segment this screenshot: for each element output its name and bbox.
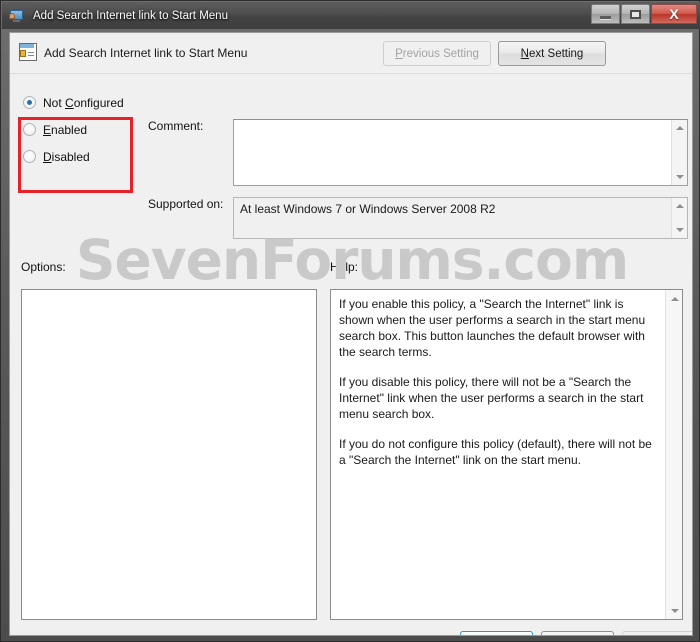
next-setting-label: Next Setting (520, 47, 584, 60)
close-button[interactable]: X (651, 4, 697, 24)
help-scrollbar[interactable] (665, 290, 682, 619)
title-bar[interactable]: Add Search Internet link to Start Menu X (2, 2, 700, 29)
options-label: Options: (21, 260, 66, 274)
comment-input[interactable] (233, 119, 688, 186)
help-text: If you enable this policy, a "Search the… (339, 296, 657, 468)
radio-disabled[interactable]: Disabled (23, 143, 128, 170)
scroll-up-icon[interactable] (672, 120, 687, 136)
apply-button[interactable]: Apply (622, 631, 692, 635)
dialog-client-area: Add Search Internet link to Start Menu P… (9, 32, 693, 636)
help-paragraph: If you disable this policy, there will n… (339, 375, 644, 421)
ok-button[interactable]: OK (460, 631, 533, 635)
radio-button-icon (23, 150, 36, 163)
window-controls: X (590, 4, 697, 25)
comment-label: Comment: (148, 119, 204, 133)
policy-setting-icon (19, 43, 37, 61)
radio-not-configured[interactable]: Not Configured (23, 89, 128, 116)
options-panel[interactable] (21, 289, 317, 620)
radio-label-not-configured: Not Configured (43, 95, 124, 110)
policy-header: Add Search Internet link to Start Menu P… (10, 33, 692, 74)
scroll-up-icon[interactable] (672, 198, 687, 214)
scroll-down-icon[interactable] (666, 602, 682, 619)
window-title: Add Search Internet link to Start Menu (33, 9, 228, 22)
cancel-button[interactable]: Cancel (541, 631, 614, 635)
policy-monitor-icon (9, 8, 25, 24)
maximize-icon (630, 9, 641, 19)
minimize-icon (600, 15, 611, 19)
policy-title: Add Search Internet link to Start Menu (44, 46, 248, 60)
supported-on-label: Supported on: (148, 197, 224, 211)
scroll-down-icon[interactable] (672, 169, 687, 185)
previous-setting-button[interactable]: Previous Setting (383, 41, 491, 66)
radio-button-icon (23, 96, 36, 109)
supported-on-field: At least Windows 7 or Windows Server 200… (233, 197, 688, 239)
policy-state-radio-group: Not Configured Enabled Disabled (23, 89, 128, 170)
minimize-button[interactable] (591, 4, 620, 24)
previous-setting-label: Previous Setting (395, 47, 479, 60)
close-icon: X (669, 6, 679, 22)
supported-on-value: At least Windows 7 or Windows Server 200… (240, 202, 496, 216)
scroll-up-icon[interactable] (666, 290, 682, 307)
radio-enabled[interactable]: Enabled (23, 116, 128, 143)
help-label: Help: (330, 260, 359, 274)
comment-scrollbar[interactable] (671, 120, 687, 185)
help-panel: If you enable this policy, a "Search the… (330, 289, 683, 620)
dialog-window: Add Search Internet link to Start Menu X (0, 0, 700, 642)
radio-label-disabled: Disabled (43, 149, 90, 164)
maximize-button[interactable] (621, 4, 650, 24)
supported-on-scrollbar[interactable] (671, 198, 687, 238)
help-paragraph: If you enable this policy, a "Search the… (339, 297, 646, 359)
help-paragraph: If you do not configure this policy (def… (339, 437, 652, 467)
radio-label-enabled: Enabled (43, 122, 88, 137)
next-setting-button[interactable]: Next Setting (498, 41, 606, 66)
radio-button-icon (23, 123, 36, 136)
scroll-down-icon[interactable] (672, 222, 687, 238)
